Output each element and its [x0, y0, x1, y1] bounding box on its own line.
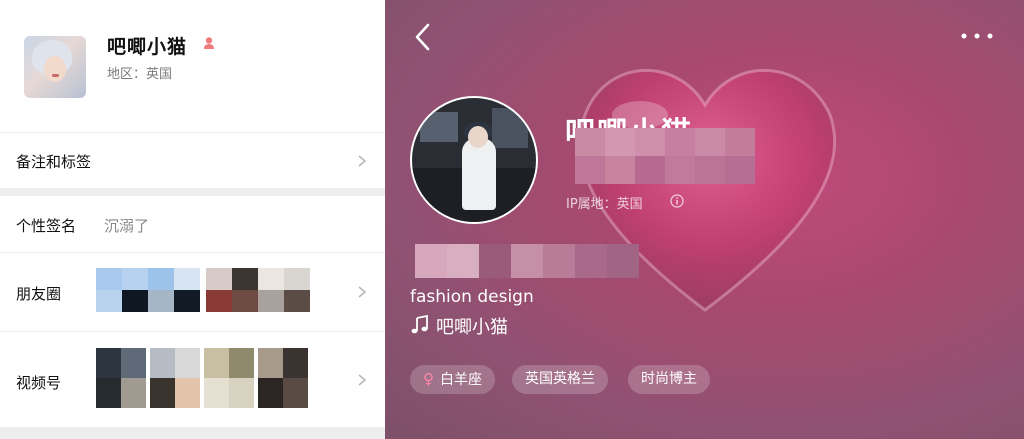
- female-gender-icon: [204, 37, 214, 49]
- signature-value: 沉溺了: [104, 217, 150, 235]
- tag-label: 英国英格兰: [525, 371, 595, 387]
- channel-video-thumbnail[interactable]: [150, 348, 200, 408]
- chevron-right-icon: [358, 286, 367, 298]
- contact-avatar[interactable]: [24, 36, 86, 98]
- channels-label: 视频号: [16, 374, 62, 392]
- back-arrow-icon[interactable]: [413, 22, 433, 52]
- chevron-right-icon: [358, 155, 367, 167]
- avatar-face: [468, 126, 488, 148]
- avatar-bg: [492, 108, 528, 148]
- music-note-icon: [411, 315, 428, 334]
- remark-tags-row[interactable]: 备注和标签: [0, 133, 385, 188]
- info-icon[interactable]: [670, 194, 684, 208]
- moments-thumbnails: [96, 268, 310, 312]
- female-icon: ♀: [423, 370, 434, 388]
- contact-header: 吧唧小猫 地区：英国: [0, 0, 385, 132]
- profile-bio: fashion design: [410, 287, 534, 307]
- avatar-lip: [52, 74, 59, 77]
- channels-row[interactable]: 视频号: [0, 332, 385, 427]
- remark-tags-label: 备注和标签: [16, 153, 92, 171]
- tag-label: 白羊座: [440, 372, 482, 388]
- channel-video-thumbnail[interactable]: [96, 348, 146, 408]
- tag-location[interactable]: 英国英格兰: [512, 365, 608, 394]
- section-gap: [0, 427, 385, 439]
- tag-category[interactable]: 时尚博主: [628, 365, 710, 394]
- profile-music[interactable]: 吧唧小猫: [410, 313, 508, 339]
- signature-label: 个性签名: [16, 217, 77, 235]
- moment-thumbnail[interactable]: [96, 268, 200, 312]
- moment-thumbnail[interactable]: [206, 268, 310, 312]
- pixelated-text: [415, 244, 639, 278]
- tag-label: 时尚博主: [641, 371, 697, 387]
- contact-info-panel: 吧唧小猫 地区：英国 备注和标签 个性签名 沉溺了 朋友圈 视频号: [0, 0, 385, 439]
- avatar-figure: [462, 138, 496, 210]
- chevron-right-icon: [358, 374, 367, 386]
- avatar-bg: [420, 112, 458, 142]
- profile-avatar[interactable]: [410, 96, 538, 224]
- moments-label: 朋友圈: [16, 285, 62, 303]
- profile-panel: 吧唧小猫 IP属地：英国 fashion design 吧唧小猫 ♀白羊座 英国…: [385, 0, 1024, 439]
- section-gap: [0, 188, 385, 196]
- channel-video-thumbnail[interactable]: [204, 348, 254, 408]
- music-label: 吧唧小猫: [436, 317, 508, 338]
- pixelated-text: [575, 128, 755, 184]
- signature-row: 个性签名: [0, 196, 385, 252]
- more-options-icon[interactable]: [959, 30, 995, 42]
- avatar-face: [44, 56, 66, 82]
- channels-thumbnails: [96, 348, 308, 408]
- tag-zodiac[interactable]: ♀ 白羊座: [410, 365, 495, 394]
- channel-video-thumbnail[interactable]: [258, 348, 308, 408]
- contact-name: 吧唧小猫: [107, 36, 188, 58]
- ip-region: IP属地：英国: [566, 197, 643, 212]
- moments-row[interactable]: 朋友圈: [0, 253, 385, 331]
- contact-region: 地区：英国: [107, 67, 173, 82]
